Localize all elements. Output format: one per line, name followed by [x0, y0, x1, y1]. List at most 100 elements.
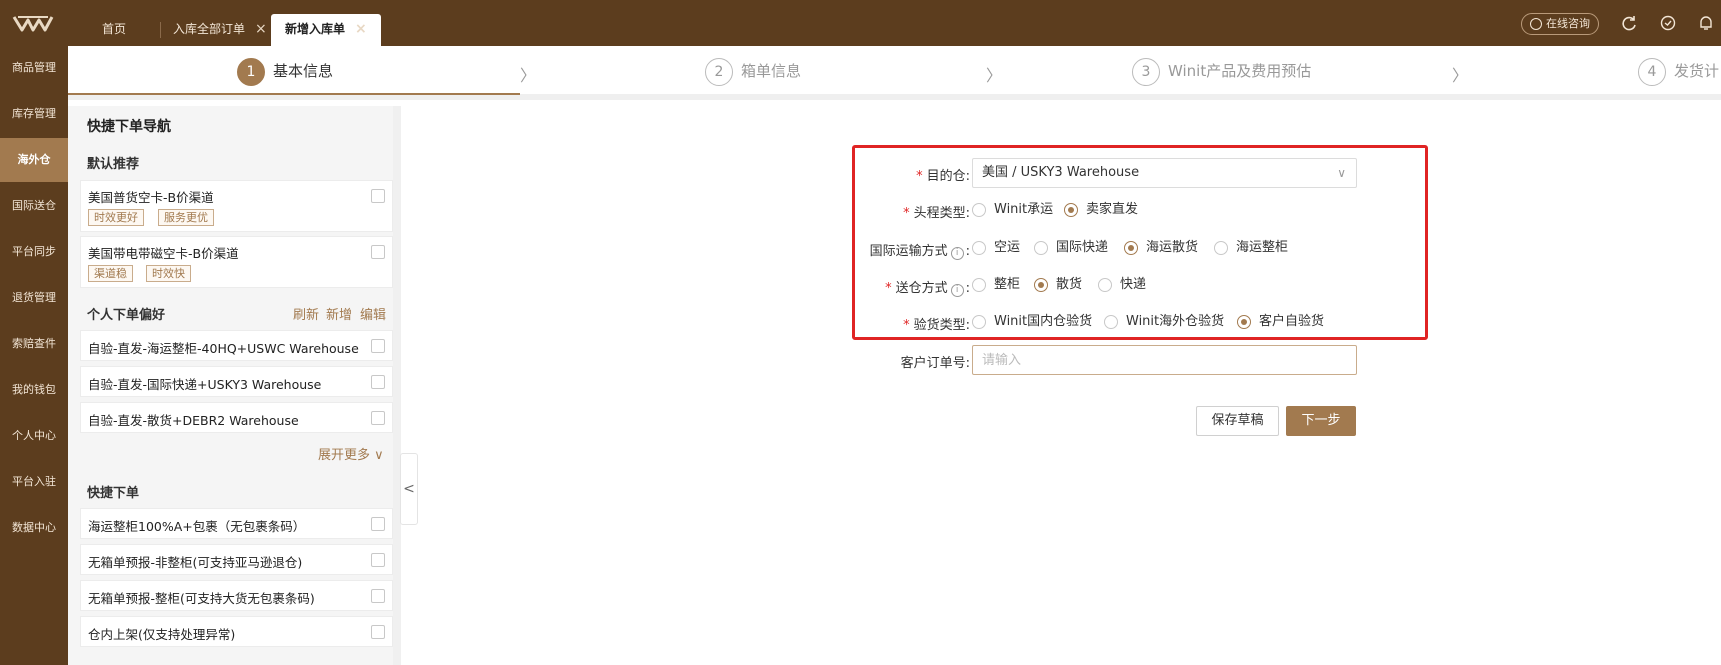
shield-check-icon[interactable] — [1660, 15, 1676, 31]
quick-order-item[interactable]: 仓内上架(仅支持处理异常) — [80, 616, 393, 647]
preference-item[interactable]: 自验-直发-海运整柜-40HQ+USWC Warehouse — [80, 330, 393, 361]
radio-winit-carrier[interactable]: Winit承运 — [972, 201, 1053, 219]
refresh-link[interactable]: 刷新 — [293, 304, 319, 323]
quick-order-item[interactable]: 无箱单预报-非整柜(可支持亚马逊退仓) — [80, 544, 393, 575]
step-packing-info[interactable]: 2 箱单信息 — [705, 56, 801, 86]
radio-circle — [1104, 315, 1118, 329]
radio-sea-lcl[interactable]: 海运散货 — [1124, 239, 1198, 257]
recommend-card[interactable]: 美国带电带磁空卡-B价渠道 渠道稳 时效快 — [80, 236, 393, 288]
delivery-row: * 送仓方式 i: 整柜 散货 快递 — [852, 270, 1428, 300]
route-tag: 时效更好 — [88, 209, 144, 226]
step-label: 发货计 — [1674, 62, 1720, 80]
radio-air[interactable]: 空运 — [972, 239, 1020, 257]
step-number: 3 — [1132, 57, 1160, 86]
expand-more-link[interactable]: 展开更多 ∨ — [318, 444, 384, 463]
destination-select[interactable]: 美国 / USKY3 Warehouse ∨ — [972, 158, 1357, 188]
tab-label: 首页 — [102, 22, 127, 36]
nav-item-platform-onboard[interactable]: 平台入驻 — [0, 460, 68, 504]
nav-item-profile[interactable]: 个人中心 — [0, 414, 68, 458]
radio-label: 空运 — [994, 240, 1021, 255]
preference-title: 个人下单偏好 — [87, 308, 166, 323]
label-colon: : — [965, 281, 970, 296]
radio-label: Winit海外仓验货 — [1126, 314, 1225, 329]
step-shipping-plan[interactable]: 4 发货计 — [1638, 56, 1719, 86]
preference-checkbox[interactable] — [371, 375, 385, 389]
preference-item[interactable]: 自验-直发-国际快递+USKY3 Warehouse — [80, 366, 393, 397]
label-text: 验货类型: — [913, 318, 970, 333]
recommend-card[interactable]: 美国普货空卡-B价渠道 时效更好 服务更优 — [80, 180, 393, 232]
active-step-underline — [68, 93, 520, 95]
notification-icon[interactable] — [1698, 15, 1714, 31]
edit-link[interactable]: 编辑 — [360, 304, 386, 323]
nav-item-platform-sync[interactable]: 平台同步 — [0, 230, 68, 274]
quick-order-item[interactable]: 无箱单预报-整柜(可支持大货无包裹条码) — [80, 580, 393, 611]
winit-logo-icon[interactable] — [10, 8, 56, 38]
step-number: 2 — [705, 57, 733, 86]
save-draft-button[interactable]: 保存草稿 — [1196, 406, 1279, 436]
refresh-icon[interactable] — [1621, 15, 1637, 31]
radio-customer-inspection[interactable]: 客户自验货 — [1237, 313, 1324, 331]
info-icon[interactable]: i — [950, 247, 964, 260]
nav-item-returns[interactable]: 退货管理 — [0, 276, 68, 320]
route-tag: 服务更优 — [158, 209, 214, 226]
tab-new-inbound[interactable]: 新增入库单 × — [271, 14, 381, 46]
chevron-down-icon: ∨ — [1337, 166, 1346, 180]
nav-item-overseas-warehouse[interactable]: 海外仓 — [0, 138, 68, 182]
next-step-button[interactable]: 下一步 — [1286, 406, 1356, 436]
preference-checkbox[interactable] — [371, 411, 385, 425]
quick-order-name: 无箱单预报-非整柜(可支持亚马逊退仓) — [88, 555, 303, 570]
recommend-title: 默认推荐 — [87, 157, 140, 172]
nav-item-intl-delivery[interactable]: 国际送仓 — [0, 184, 68, 228]
info-icon[interactable]: i — [950, 284, 964, 297]
quick-order-checkbox[interactable] — [371, 625, 385, 639]
radio-circle — [1098, 278, 1112, 292]
inspection-label: * 验货类型: — [903, 318, 970, 333]
online-consult-button[interactable]: 在线咨询 — [1521, 13, 1599, 35]
close-icon[interactable]: × — [355, 21, 367, 37]
radio-label: 国际快递 — [1056, 240, 1109, 255]
radio-express[interactable]: 快递 — [1098, 276, 1146, 294]
panel-collapse-button[interactable]: < — [400, 453, 418, 525]
nav-item-product[interactable]: 商品管理 — [0, 46, 68, 90]
first-leg-row: * 头程类型: Winit承运 卖家直发 — [852, 195, 1428, 225]
preference-name: 自验-直发-海运整柜-40HQ+USWC Warehouse — [88, 341, 359, 356]
radio-label: 卖家直发 — [1086, 202, 1139, 217]
nav-item-wallet[interactable]: 我的钱包 — [0, 368, 68, 412]
customer-order-input[interactable] — [972, 345, 1357, 375]
quick-order-checkbox[interactable] — [371, 589, 385, 603]
radio-bulk[interactable]: 散货 — [1034, 276, 1082, 294]
radio-winit-overseas-inspection[interactable]: Winit海外仓验货 — [1104, 313, 1224, 331]
route-checkbox[interactable] — [371, 245, 385, 259]
quick-order-checkbox[interactable] — [371, 553, 385, 567]
route-tag: 时效快 — [146, 265, 191, 282]
radio-sea-fcl[interactable]: 海运整柜 — [1214, 239, 1288, 257]
quick-order-checkbox[interactable] — [371, 517, 385, 531]
step-basic-info[interactable]: 1 基本信息 — [237, 56, 333, 86]
nav-item-data-center[interactable]: 数据中心 — [0, 506, 68, 550]
radio-circle — [972, 203, 986, 217]
nav-item-inventory[interactable]: 库存管理 — [0, 92, 68, 136]
nav-item-claims[interactable]: 索赔查件 — [0, 322, 68, 366]
step-product-fee[interactable]: 3 Winit产品及费用预估 — [1132, 56, 1311, 86]
add-link[interactable]: 新增 — [326, 304, 352, 323]
close-icon[interactable]: × — [255, 21, 267, 37]
preference-checkbox[interactable] — [371, 339, 385, 353]
label-text: 送仓方式 — [895, 281, 948, 296]
route-checkbox[interactable] — [371, 189, 385, 203]
radio-circle — [972, 241, 986, 255]
radio-intl-express[interactable]: 国际快递 — [1034, 239, 1108, 257]
radio-seller-direct[interactable]: 卖家直发 — [1064, 201, 1138, 219]
destination-label: * 目的仓: — [916, 169, 970, 184]
quick-order-item[interactable]: 海运整柜100%A+包裹（无包裹条码） — [80, 508, 393, 539]
preference-item[interactable]: 自验-直发-散货+DEBR2 Warehouse — [80, 402, 393, 433]
chevron-right-icon: 〉 — [986, 66, 1003, 85]
label-text: 国际运输方式 — [869, 244, 948, 259]
radio-label: 散货 — [1056, 277, 1083, 292]
tab-home[interactable]: 首页 — [88, 14, 140, 46]
radio-winit-domestic-inspection[interactable]: Winit国内仓验货 — [972, 313, 1092, 331]
radio-label: Winit承运 — [994, 202, 1054, 217]
radio-full-container[interactable]: 整柜 — [972, 276, 1020, 294]
radio-label: Winit国内仓验货 — [994, 314, 1093, 329]
tab-all-orders[interactable]: 入库全部订单 × — [159, 14, 281, 46]
route-name: 美国普货空卡-B价渠道 — [88, 190, 214, 205]
